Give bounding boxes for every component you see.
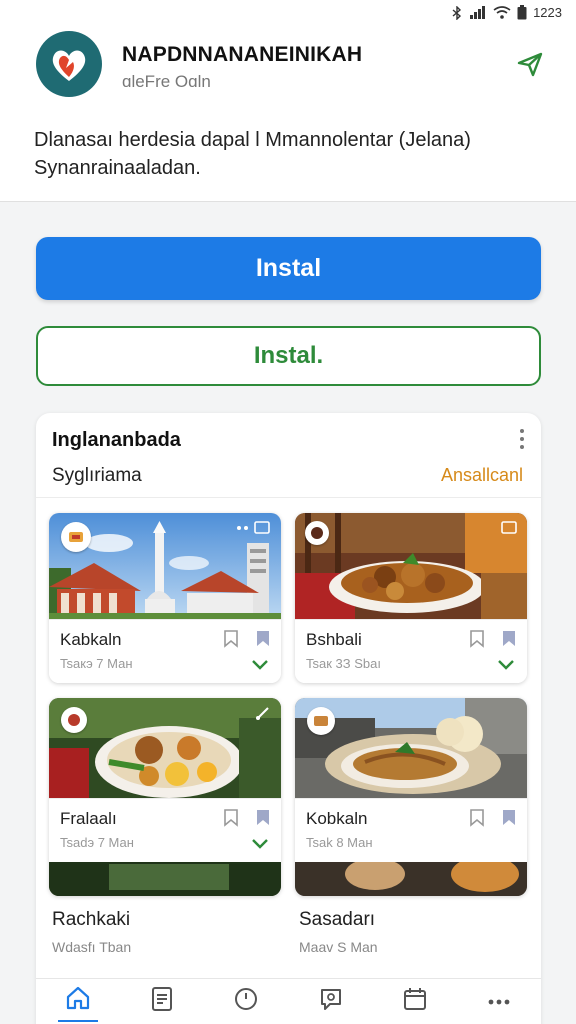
app-header: NAPDNNANANEINIKAH ɑleFre Oɑln Dlanasaı h… xyxy=(0,28,576,202)
place-card[interactable]: Fralaalı Tsadэ 7 Ман xyxy=(49,698,281,896)
list-item-name: Rachkaki xyxy=(52,909,131,930)
expand-icon[interactable] xyxy=(255,706,271,725)
nav-home[interactable] xyxy=(58,982,99,1022)
list-item-name: Sasadarı xyxy=(299,909,376,930)
card-meta: Tsaк 3З Sbaı xyxy=(306,656,381,671)
install-secondary-button[interactable]: Instal. xyxy=(36,326,541,386)
app-subtitle: ɑleFre Oɑln xyxy=(122,72,211,91)
bookmark-outline-icon[interactable] xyxy=(469,809,485,832)
card-badge-icon xyxy=(307,707,335,735)
list-item-meta: Maav S Man xyxy=(299,939,378,955)
bookmark-filled-icon[interactable] xyxy=(255,809,271,832)
clock-icon xyxy=(233,986,259,1017)
expand-icon[interactable] xyxy=(501,521,517,540)
document-icon xyxy=(150,986,174,1017)
card-badge-icon xyxy=(61,707,87,733)
bluetooth-icon xyxy=(451,5,463,20)
signal-icon xyxy=(469,6,487,19)
battery-icon xyxy=(517,5,527,20)
bookmark-outline-icon[interactable] xyxy=(223,630,239,653)
card-info: Kobkaln Tsak 8 Ман xyxy=(295,798,527,862)
card-info: Kabkaln Tsaкэ 7 Ман xyxy=(49,619,281,683)
card-meta: Tsak 8 Ман xyxy=(306,835,373,850)
expand-icon[interactable] xyxy=(235,521,271,540)
card-image-food xyxy=(295,513,527,619)
panel-title: Inglananbada xyxy=(52,429,181,451)
list-item-meta: Wdasfı Tban xyxy=(52,939,132,955)
more-icon xyxy=(487,993,511,1011)
check-icon xyxy=(251,835,269,854)
app-logo xyxy=(36,31,102,97)
card-image-rice-plate xyxy=(49,698,281,896)
card-name: Kobkaln xyxy=(306,809,368,828)
nav-messages[interactable] xyxy=(311,982,351,1022)
nav-more[interactable] xyxy=(479,982,519,1022)
nav-calendar[interactable] xyxy=(395,982,435,1022)
check-icon xyxy=(251,656,269,675)
nav-history[interactable] xyxy=(226,982,266,1022)
card-info: Bshbali Tsaк 3З Sbaı xyxy=(295,619,527,683)
card-image-mosque xyxy=(49,513,281,619)
share-button[interactable] xyxy=(514,50,546,82)
wifi-icon xyxy=(493,6,511,19)
card-name: Bshbali xyxy=(306,630,362,649)
nav-documents[interactable] xyxy=(142,982,182,1022)
app-title: NAPDNNANANEINIKAH xyxy=(122,43,363,66)
place-card[interactable]: Kabkaln Tsaкэ 7 Ман xyxy=(49,513,281,683)
panel-action-link[interactable]: Ansallcanl xyxy=(441,465,523,486)
home-icon xyxy=(65,985,91,1016)
status-icons: 1223 xyxy=(451,5,562,20)
bottom-navigation xyxy=(36,978,541,1024)
bookmark-filled-icon[interactable] xyxy=(501,630,517,653)
card-meta: Tsadэ 7 Ман xyxy=(60,835,134,850)
content-panel: Inglananbada Syglıriama Ansallcanl Kabka… xyxy=(36,413,541,1024)
card-info: Fralaalı Tsadэ 7 Ман xyxy=(49,798,281,862)
check-icon xyxy=(497,656,515,675)
card-name: Kabkaln xyxy=(60,630,122,649)
install-button[interactable]: Instal xyxy=(36,237,541,300)
calendar-icon xyxy=(402,986,428,1017)
place-card[interactable]: Kobkaln Tsak 8 Ман xyxy=(295,698,527,896)
bookmark-filled-icon[interactable] xyxy=(501,809,517,832)
status-bar: 1223 xyxy=(0,0,576,28)
panel-subtitle: Syglıriama xyxy=(52,465,142,486)
place-card[interactable]: Bshbali Tsaк 3З Sbaı xyxy=(295,513,527,683)
card-name: Fralaalı xyxy=(60,809,117,828)
card-badge-icon xyxy=(305,521,329,545)
send-icon xyxy=(516,50,544,83)
list-item[interactable]: Rachkaki Wdasfı Tban xyxy=(52,909,131,955)
status-time: 1223 xyxy=(533,5,562,20)
bookmark-outline-icon[interactable] xyxy=(469,630,485,653)
bookmark-filled-icon[interactable] xyxy=(255,630,271,653)
bookmark-outline-icon[interactable] xyxy=(223,809,239,832)
card-meta: Tsaкэ 7 Ман xyxy=(60,656,133,671)
card-image-noodles xyxy=(295,698,527,896)
card-badge-icon xyxy=(61,522,91,552)
app-description: Dlanasaı herdesia dapal l Mmannolentar (… xyxy=(34,129,471,179)
list-item[interactable]: Sasadarı Maav S Man xyxy=(299,909,378,955)
chat-icon xyxy=(318,986,344,1017)
more-vertical-icon[interactable] xyxy=(517,429,527,449)
divider xyxy=(36,497,541,498)
